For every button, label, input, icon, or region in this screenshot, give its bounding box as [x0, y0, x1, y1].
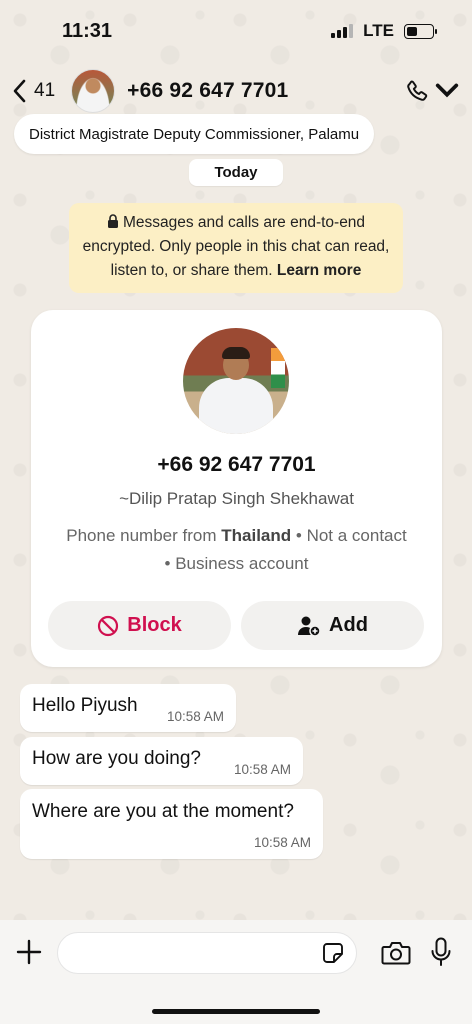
plus-icon[interactable] [16, 939, 42, 965]
encryption-notice[interactable]: Messages and calls are end-to-end encryp… [69, 203, 403, 293]
block-icon [98, 615, 119, 636]
home-indicator [152, 1009, 320, 1014]
contact-photo[interactable] [183, 328, 289, 434]
message-time: 10:58 AM [233, 762, 291, 777]
contact-subtitle: District Magistrate Deputy Commissioner,… [14, 114, 375, 154]
chat-header: 41 +66 92 647 7701 [0, 62, 472, 120]
message-text: Hello Piyush [32, 695, 138, 716]
contact-avatar[interactable] [71, 69, 116, 113]
date-separator: Today [189, 159, 283, 186]
status-bar: 11:31 LTE [0, 0, 472, 62]
back-chevron-icon [13, 79, 26, 103]
mic-icon[interactable] [430, 937, 452, 967]
network-label: LTE [363, 21, 394, 40]
contact-info-card: +66 92 647 7701 ~Dilip Pratap Singh Shek… [31, 310, 442, 667]
block-button[interactable]: Block [48, 601, 231, 650]
add-label: Add [329, 614, 368, 636]
message-bubble[interactable]: Where are you at the moment? 10:58 AM [20, 789, 323, 859]
message-text: Where are you at the moment? [32, 801, 294, 822]
chevron-down-icon [435, 83, 459, 98]
contact-phone-title[interactable]: +66 92 647 7701 [127, 79, 288, 103]
back-button[interactable]: 41 [12, 79, 55, 103]
message-bubble[interactable]: How are you doing? 10:58 AM [20, 737, 303, 785]
composer-bar [0, 920, 472, 1024]
call-button[interactable] [404, 78, 460, 104]
card-contact-details: Phone number from Thailand • Not a conta… [61, 522, 412, 578]
add-contact-button[interactable]: Add [241, 601, 424, 650]
lock-icon [107, 214, 118, 228]
status-time: 11:31 [62, 19, 113, 42]
status-icons: LTE [331, 21, 437, 41]
message-text: How are you doing? [32, 748, 201, 769]
message-time: 10:58 AM [166, 709, 224, 724]
learn-more-link[interactable]: Learn more [277, 262, 361, 279]
signal-icon [331, 24, 354, 38]
camera-icon[interactable] [381, 940, 411, 966]
message-bubble[interactable]: Hello Piyush 10:58 AM [20, 684, 236, 732]
unread-count: 41 [34, 80, 56, 101]
info-prefix: Phone number from [66, 526, 217, 545]
card-phone-number: +66 92 647 7701 [157, 453, 316, 476]
message-time: 10:58 AM [253, 835, 311, 850]
card-contact-name: ~Dilip Pratap Singh Shekhawat [119, 489, 354, 508]
phone-icon [407, 80, 428, 101]
info-country: Thailand [221, 526, 292, 545]
battery-icon [404, 23, 437, 39]
sticker-icon[interactable] [322, 942, 344, 964]
block-label: Block [127, 614, 182, 636]
message-input[interactable] [57, 932, 357, 974]
add-contact-icon [298, 616, 321, 637]
